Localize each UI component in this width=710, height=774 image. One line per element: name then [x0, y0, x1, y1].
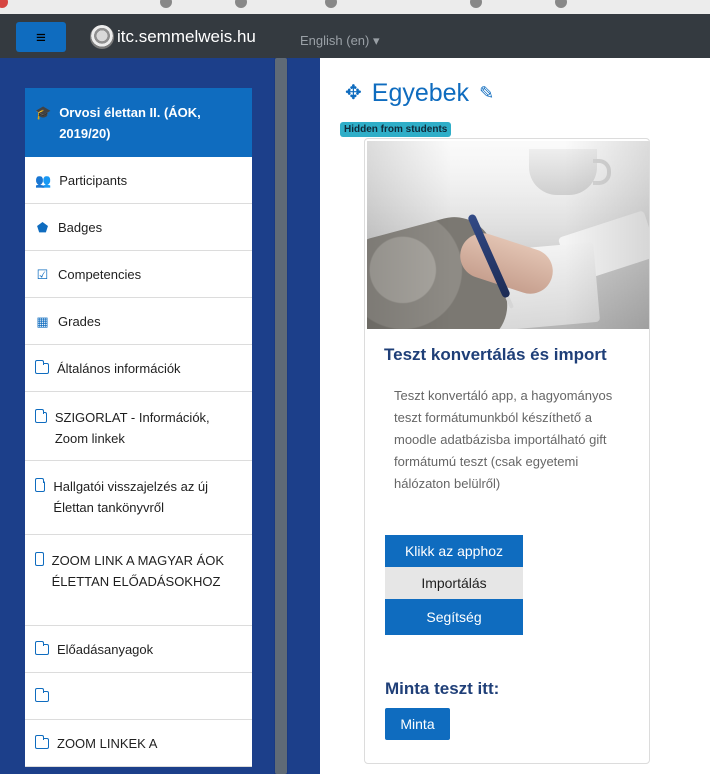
- browser-strip: [0, 0, 710, 14]
- sidebar-item-altalanos[interactable]: Általános információk: [25, 345, 252, 392]
- sidebar-item-szigorlat[interactable]: SZIGORLAT - Információk, Zoom linkek: [25, 392, 252, 461]
- browser-dot: [235, 0, 247, 8]
- app-button[interactable]: Klikk az apphoz: [385, 535, 523, 567]
- users-icon: 👥: [35, 172, 52, 188]
- move-icon[interactable]: ✥: [345, 83, 362, 103]
- folder-icon: [34, 478, 46, 492]
- course-navigation: 🎓 Orvosi élettan II. (ÁOK, 2019/20) 👥 Pa…: [25, 88, 252, 767]
- sidebar-item-label: Badges: [58, 219, 103, 235]
- browser-dot: [0, 0, 8, 8]
- table-icon: ▦: [36, 313, 49, 329]
- folder-icon: [34, 734, 49, 749]
- resource-card: Teszt konvertálás és import Teszt konver…: [364, 138, 650, 764]
- edit-pencil-icon[interactable]: ✎: [479, 83, 494, 104]
- card-title: Teszt konvertálás és import: [384, 345, 607, 364]
- help-button[interactable]: Segítség: [385, 599, 523, 635]
- sidebar-item-empty[interactable]: [25, 673, 252, 720]
- sidebar-item-competencies[interactable]: ☑ Competencies: [25, 251, 252, 298]
- folder-icon: [34, 359, 49, 374]
- sidebar-item-grades[interactable]: ▦ Grades: [25, 298, 252, 345]
- section-title: Egyebek: [371, 79, 470, 107]
- sidebar-item-label: Competencies: [58, 266, 142, 282]
- sidebar-item-participants[interactable]: 👥 Participants: [25, 157, 252, 204]
- browser-dot: [325, 0, 337, 8]
- folder-icon: [34, 640, 49, 655]
- card-image: [367, 141, 649, 329]
- sidebar-item-badges[interactable]: ⬟ Badges: [25, 204, 252, 251]
- browser-dot: [555, 0, 567, 8]
- hamburger-icon: ≡: [36, 27, 46, 47]
- hidden-from-students-badge: Hidden from students: [340, 122, 452, 137]
- image-shadow: [367, 141, 649, 329]
- site-name[interactable]: itc.semmelweis.hu: [117, 27, 256, 47]
- sidebar-item-label: Általános információk: [57, 360, 181, 376]
- university-logo[interactable]: [90, 25, 114, 49]
- import-button[interactable]: Importálás: [385, 567, 523, 599]
- menu-button[interactable]: ≡: [16, 22, 66, 52]
- sidebar-item-visszajelzes[interactable]: Hallgatói visszajelzés az új Élettan tan…: [25, 461, 252, 535]
- folder-icon: [34, 687, 49, 702]
- folder-icon: [34, 552, 44, 566]
- browser-dot: [160, 0, 172, 8]
- sidebar-item-zoom-linkek[interactable]: ZOOM LINKEK A: [25, 720, 252, 767]
- card-description: Teszt konvertáló app, a hagyományos tesz…: [394, 388, 613, 491]
- checkbox-icon: ☑: [36, 266, 49, 282]
- sidebar-item-label: Grades: [58, 313, 101, 329]
- folder-icon: [34, 409, 47, 423]
- sidebar-item-eloadasanyagok[interactable]: Előadásanyagok: [25, 626, 252, 673]
- sample-button[interactable]: Minta: [385, 708, 450, 740]
- browser-dot: [470, 0, 482, 8]
- sidebar-item-course-home[interactable]: 🎓 Orvosi élettan II. (ÁOK, 2019/20): [25, 88, 252, 157]
- sample-title: Minta teszt itt:: [385, 679, 500, 698]
- shield-icon: ⬟: [36, 219, 49, 235]
- main-content: ✥ Egyebek ✎ Hidden from students Teszt k…: [320, 58, 710, 774]
- sidebar-item-zoom-link[interactable]: ZOOM LINK A MAGYAR ÁOK ÉLETTAN ELŐADÁSOK…: [25, 535, 252, 626]
- section-header: ✥ Egyebek ✎: [345, 76, 494, 110]
- language-selector[interactable]: English (en) ▾: [300, 33, 380, 49]
- sidebar-item-label: ZOOM LINKEK A: [57, 735, 158, 751]
- sidebar-item-label: Előadásanyagok: [57, 641, 154, 657]
- top-navbar: ≡ itc.semmelweis.hu English (en) ▾: [0, 14, 710, 58]
- graduation-cap-icon: 🎓: [35, 105, 52, 120]
- sidebar-item-label: Participants: [59, 172, 128, 188]
- sidebar-item-label: Hallgatói visszajelzés az új Élettan tan…: [53, 479, 209, 515]
- sidebar-item-label: Orvosi élettan II. (ÁOK, 2019/20): [59, 105, 201, 141]
- sidebar-scrollbar-thumb[interactable]: [275, 58, 287, 774]
- sidebar-item-label: ZOOM LINK A MAGYAR ÁOK ÉLETTAN ELŐADÁSOK…: [51, 553, 225, 589]
- sidebar-item-label: SZIGORLAT - Információk, Zoom linkek: [54, 410, 210, 446]
